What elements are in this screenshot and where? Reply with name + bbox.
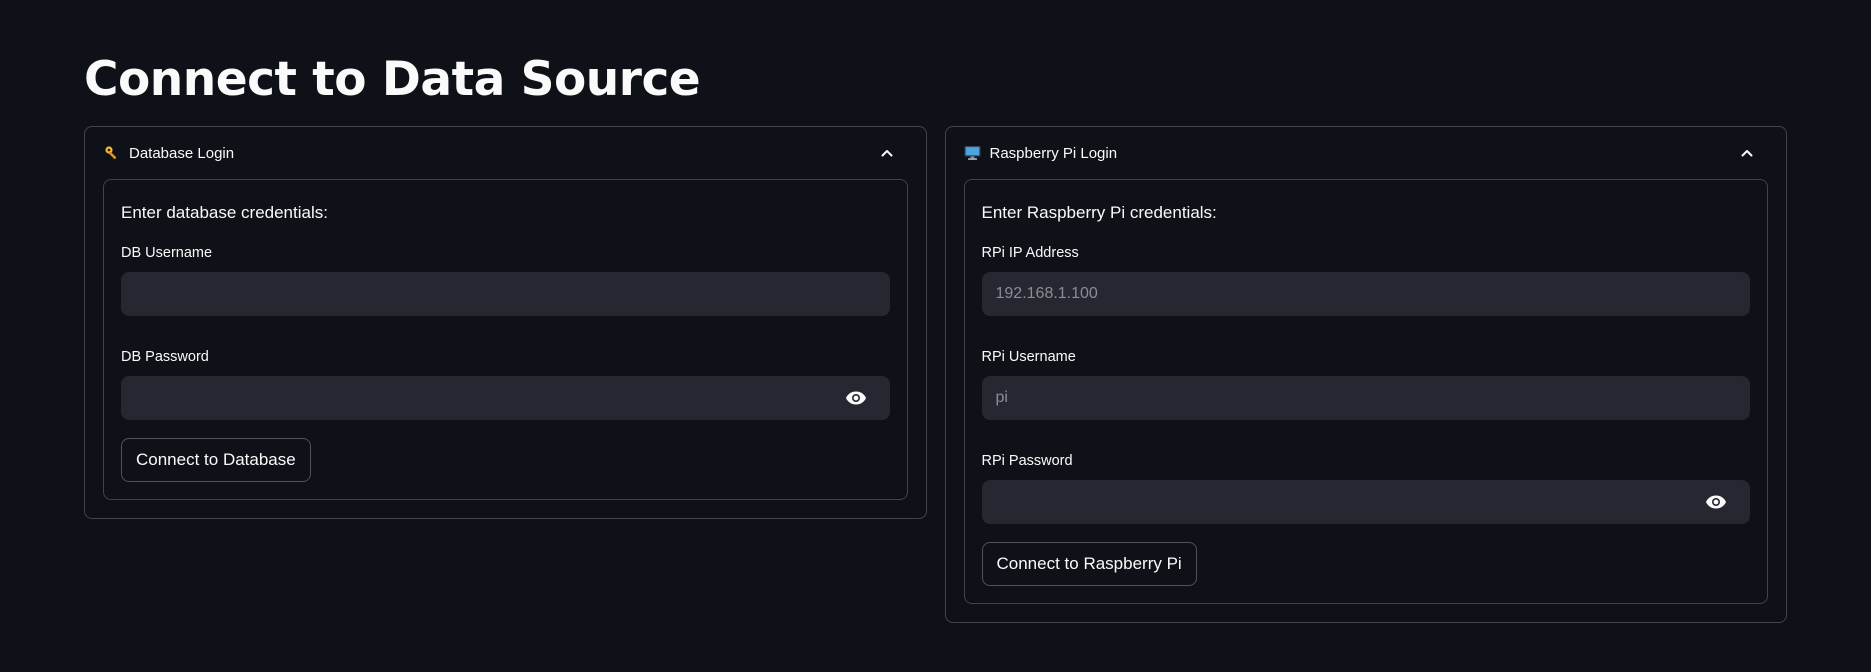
connect-database-button[interactable]: Connect to Database — [121, 438, 311, 482]
db-username-label: DB Username — [121, 245, 213, 261]
rpi-ip-input[interactable] — [981, 272, 1750, 316]
show-password-icon[interactable] — [844, 386, 868, 410]
page: Connect to Data Source Database Login En… — [0, 0, 1871, 672]
db-password-field — [121, 376, 890, 420]
database-login-title: Database Login — [129, 144, 235, 162]
computer-icon — [964, 144, 982, 162]
db-username-input[interactable] — [121, 272, 890, 316]
rpi-ip-label: RPi IP Address — [981, 245, 1079, 261]
raspberry-login-header-left: Raspberry Pi Login — [964, 144, 1118, 162]
show-password-icon[interactable] — [1704, 490, 1728, 514]
chevron-up-icon[interactable] — [1738, 144, 1756, 162]
database-form: Enter database credentials: DB Username … — [103, 179, 908, 500]
db-username-field — [121, 272, 890, 316]
raspberry-form-subtitle: Enter Raspberry Pi credentials: — [981, 203, 1217, 222]
columns: Database Login Enter database credential… — [84, 126, 1787, 623]
chevron-up-icon[interactable] — [878, 144, 896, 162]
db-password-input[interactable] — [121, 376, 844, 420]
database-login-header-left: Database Login — [103, 144, 234, 162]
raspberry-login-header[interactable]: Raspberry Pi Login — [964, 127, 1769, 179]
rpi-password-input[interactable] — [981, 480, 1704, 524]
database-login-header[interactable]: Database Login — [103, 127, 908, 179]
connect-raspberry-button[interactable]: Connect to Raspberry Pi — [981, 542, 1197, 586]
raspberry-login-title: Raspberry Pi Login — [989, 144, 1118, 162]
database-form-subtitle: Enter database credentials: — [121, 203, 328, 222]
key-icon — [103, 144, 121, 162]
rpi-password-label: RPi Password — [981, 453, 1073, 469]
rpi-ip-field — [981, 272, 1750, 316]
rpi-username-input[interactable] — [981, 376, 1750, 420]
rpi-password-field — [981, 480, 1750, 524]
rpi-username-label: RPi Username — [981, 349, 1076, 365]
db-password-label: DB Password — [121, 349, 209, 365]
raspberry-form: Enter Raspberry Pi credentials: RPi IP A… — [963, 179, 1768, 604]
raspberry-login-expander: Raspberry Pi Login Enter Raspberry Pi cr… — [944, 126, 1787, 623]
page-title: Connect to Data Source — [84, 52, 701, 107]
rpi-username-field — [981, 376, 1750, 420]
database-login-expander: Database Login Enter database credential… — [84, 126, 927, 519]
